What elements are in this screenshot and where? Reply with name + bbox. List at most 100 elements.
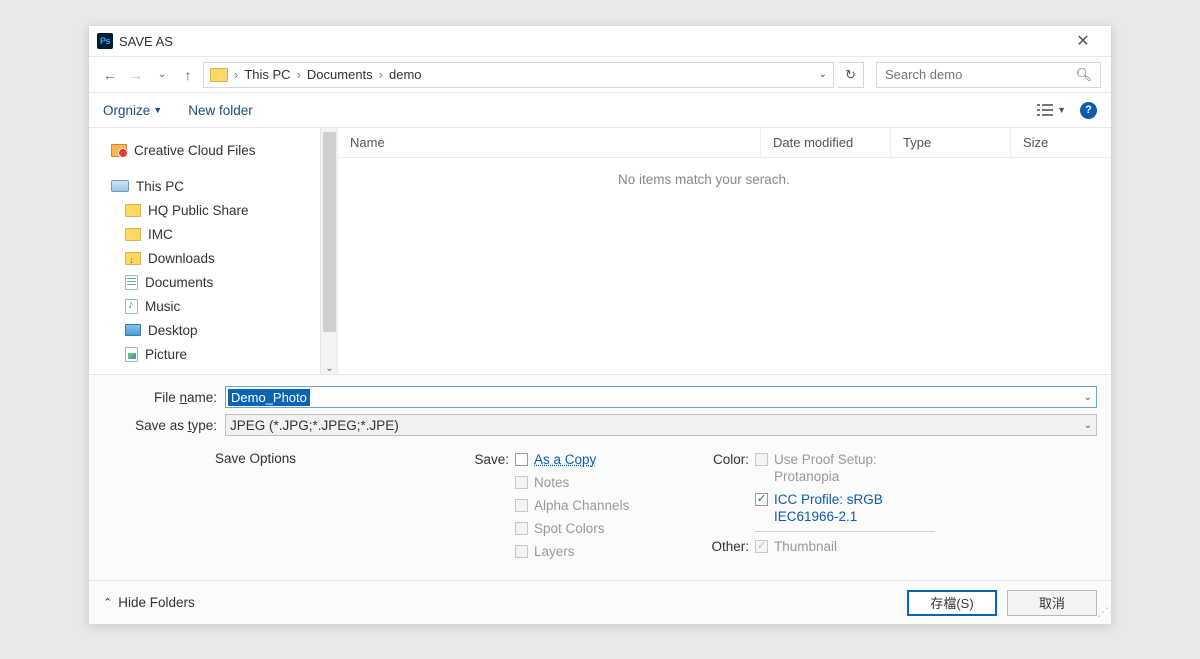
filename-label: File name: <box>135 390 217 405</box>
tree-item-imc[interactable]: IMC <box>111 222 337 246</box>
new-folder-button[interactable]: New folder <box>188 103 253 118</box>
spot-label: Spot Colors <box>534 520 605 537</box>
tree-item-hq[interactable]: HQ Public Share <box>111 198 337 222</box>
resize-grip[interactable]: ⋰ <box>1096 609 1108 621</box>
chevron-up-icon: ⌃ <box>103 596 112 609</box>
nav-row: ← → ⌄ ↑ › This PC › Documents › demo ⌄ ↻… <box>89 56 1111 92</box>
breadcrumb-seg-thispc[interactable]: This PC <box>244 67 290 82</box>
col-name[interactable]: Name <box>338 128 761 157</box>
up-button[interactable]: ↑ <box>177 64 199 86</box>
proof-checkbox <box>755 453 768 466</box>
type-value: JPEG (*.JPG;*.JPEG;*.JPE) <box>226 418 403 433</box>
save-button-label: 存檔(S) <box>930 593 973 612</box>
tree-label: Music <box>145 299 180 314</box>
downloads-icon <box>125 252 141 265</box>
chevron-down-icon[interactable]: ⌄ <box>1084 420 1092 431</box>
notes-label: Notes <box>534 474 569 491</box>
documents-icon <box>125 275 138 290</box>
save-options-header: Save Options <box>215 451 455 466</box>
toolbar: Orgnize ▼ New folder ▼ ? <box>89 92 1111 128</box>
tree-item-documents[interactable]: Documents <box>111 270 337 294</box>
file-list: Name Date modified Type Size No items ma… <box>337 128 1111 374</box>
breadcrumb-bar[interactable]: › This PC › Documents › demo ⌄ <box>203 62 834 88</box>
thumbnail-label: Thumbnail <box>774 538 837 555</box>
forward-button[interactable]: → <box>125 64 147 86</box>
alpha-checkbox <box>515 499 528 512</box>
empty-message: No items match your serach. <box>338 172 1111 187</box>
nav-tree: Creative Cloud Files This PC HQ Public S… <box>89 128 337 374</box>
color-group-label: Color: <box>705 451 749 468</box>
alpha-label: Alpha Channels <box>534 497 629 514</box>
filename-value: Demo_Photo <box>228 389 310 406</box>
search-box[interactable]: 🔍︎ <box>876 62 1101 88</box>
col-size[interactable]: Size <box>1011 128 1111 157</box>
save-button[interactable]: 存檔(S) <box>907 590 997 616</box>
icc-label[interactable]: ICC Profile: sRGB IEC61966-2.1 <box>774 491 944 525</box>
column-headers: Name Date modified Type Size <box>338 128 1111 158</box>
layers-label: Layers <box>534 543 575 560</box>
folder-icon <box>210 68 228 82</box>
type-label: Save as type: <box>135 418 217 433</box>
breadcrumb-seg-documents[interactable]: Documents <box>307 67 373 82</box>
type-combo[interactable]: JPEG (*.JPG;*.JPEG;*.JPE) ⌄ <box>225 414 1097 436</box>
col-date[interactable]: Date modified <box>761 128 891 157</box>
as-copy-checkbox[interactable] <box>515 453 528 466</box>
creative-cloud-icon <box>111 144 127 157</box>
tree-label: Picture <box>145 347 187 362</box>
titlebar: Ps SAVE AS ✕ <box>89 26 1111 56</box>
caret-down-icon: ▼ <box>1057 105 1066 115</box>
cancel-button[interactable]: 取消 <box>1007 590 1097 616</box>
tree-label: Documents <box>145 275 213 290</box>
pictures-icon <box>125 347 138 362</box>
tree-label: This PC <box>136 179 184 194</box>
help-button[interactable]: ? <box>1080 102 1097 119</box>
tree-item-desktop[interactable]: Desktop <box>111 318 337 342</box>
hide-folders-toggle[interactable]: ⌃ Hide Folders <box>103 595 195 610</box>
tree-label: IMC <box>148 227 173 242</box>
back-button[interactable]: ← <box>99 64 121 86</box>
explorer-split: Creative Cloud Files This PC HQ Public S… <box>89 128 1111 374</box>
photoshop-icon: Ps <box>97 33 113 49</box>
cancel-button-label: 取消 <box>1039 593 1065 612</box>
tree-label: HQ Public Share <box>148 203 249 218</box>
col-type[interactable]: Type <box>891 128 1011 157</box>
tree-item-picture[interactable]: Picture <box>111 342 337 366</box>
organize-menu[interactable]: Orgnize ▼ <box>103 103 162 118</box>
other-group-label: Other: <box>705 538 749 555</box>
notes-checkbox <box>515 476 528 489</box>
close-button[interactable]: ✕ <box>1063 31 1103 51</box>
desktop-icon <box>125 324 141 336</box>
refresh-button[interactable]: ↻ <box>838 62 864 88</box>
file-list-body: No items match your serach. <box>338 158 1111 374</box>
search-input[interactable] <box>885 67 1075 82</box>
breadcrumb-dropdown-icon[interactable]: ⌄ <box>819 69 827 80</box>
filename-combo[interactable]: Demo_Photo ⌄ <box>225 386 1097 408</box>
tree-label: Downloads <box>148 251 215 266</box>
save-options: Save Options Save: As a Copy Notes Alpha… <box>89 443 1111 580</box>
recent-dropdown[interactable]: ⌄ <box>151 64 173 86</box>
chevron-right-icon: › <box>234 67 238 82</box>
tree-scrollbar[interactable]: ⌄ <box>320 128 337 374</box>
divider <box>755 531 935 532</box>
tree-item-creative-cloud[interactable]: Creative Cloud Files <box>111 138 337 162</box>
tree-item-music[interactable]: Music <box>111 294 337 318</box>
hide-folders-label: Hide Folders <box>118 595 195 610</box>
thumbnail-checkbox: ✓ <box>755 540 768 553</box>
tree-label: Desktop <box>148 323 198 338</box>
chevron-down-icon[interactable]: ⌄ <box>321 363 337 374</box>
as-copy-label[interactable]: As a Copy <box>534 451 596 468</box>
tree-item-this-pc[interactable]: This PC <box>111 174 337 198</box>
list-view-icon <box>1037 104 1053 116</box>
save-group-label: Save: <box>465 451 509 468</box>
search-icon: 🔍︎ <box>1075 67 1092 83</box>
view-mode-button[interactable]: ▼ <box>1037 104 1066 116</box>
tree-item-downloads[interactable]: Downloads <box>111 246 337 270</box>
tree-label: Creative Cloud Files <box>134 143 256 158</box>
save-as-dialog: Ps SAVE AS ✕ ← → ⌄ ↑ › This PC › Documen… <box>88 25 1112 625</box>
scrollbar-thumb[interactable] <box>323 132 336 332</box>
chevron-down-icon[interactable]: ⌄ <box>1084 392 1092 403</box>
layers-checkbox <box>515 545 528 558</box>
breadcrumb-seg-demo[interactable]: demo <box>389 67 422 82</box>
icc-checkbox[interactable]: ✓ <box>755 493 768 506</box>
folder-icon <box>125 204 141 217</box>
